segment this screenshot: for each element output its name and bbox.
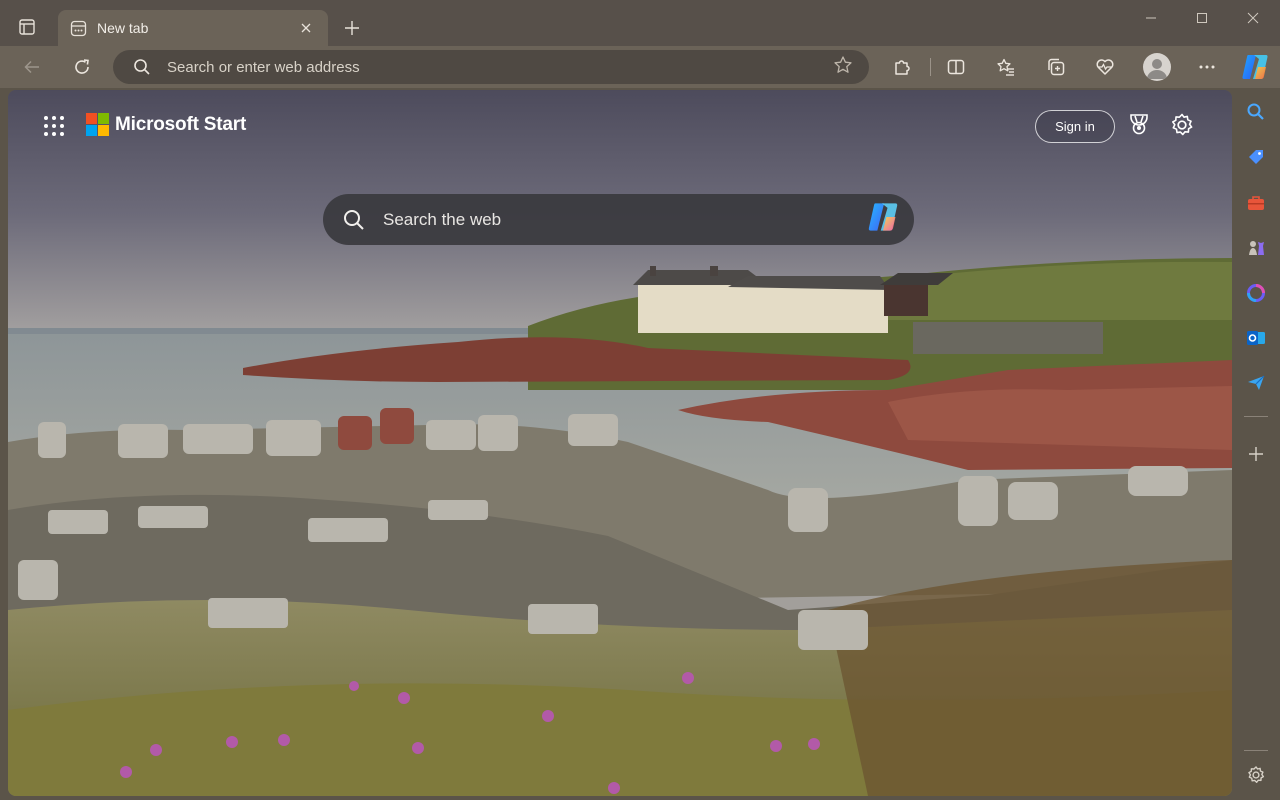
- gear-icon: [1248, 766, 1265, 783]
- trophy-icon: [1130, 114, 1148, 135]
- favorites-list-icon: [997, 58, 1014, 76]
- microsoft-logo[interactable]: [86, 113, 109, 136]
- new-tab-button[interactable]: [338, 14, 366, 42]
- sidebar-separator: [1244, 416, 1268, 417]
- browser-toolbar: Search or enter web address: [0, 46, 1280, 88]
- edge-sidebar: [1232, 46, 1280, 800]
- star-icon: [834, 55, 852, 73]
- outlook-icon: [1247, 331, 1265, 345]
- sidebar-games-button[interactable]: [1242, 234, 1270, 262]
- app-grid-icon: [44, 116, 64, 136]
- maximize-button[interactable]: [1179, 6, 1225, 30]
- browser-essentials-button[interactable]: [1089, 51, 1121, 83]
- sidebar-send-button[interactable]: [1242, 369, 1270, 397]
- microsoft-logo-icon: [86, 113, 109, 136]
- plus-icon: [1249, 447, 1263, 461]
- apps-launcher-button[interactable]: [42, 114, 66, 138]
- profile-button[interactable]: [1143, 53, 1171, 81]
- sign-in-button[interactable]: Sign in: [1035, 110, 1115, 143]
- microsoft-365-icon: [1247, 284, 1265, 302]
- tab-close-button[interactable]: [294, 16, 318, 40]
- address-input[interactable]: Search or enter web address: [167, 59, 833, 76]
- collections-icon: [1048, 58, 1065, 76]
- tab-actions-icon: [19, 19, 35, 35]
- split-screen-icon: [947, 59, 965, 75]
- maximize-icon: [1197, 13, 1207, 23]
- back-button[interactable]: [16, 51, 48, 83]
- refresh-icon: [75, 59, 89, 74]
- split-screen-button[interactable]: [940, 51, 972, 83]
- close-window-button[interactable]: [1230, 6, 1276, 30]
- address-bar[interactable]: Search or enter web address: [113, 50, 869, 84]
- title-bar: New tab: [0, 0, 1280, 46]
- close-window-icon: [1247, 12, 1259, 24]
- sidebar-add-button[interactable]: [1242, 440, 1270, 468]
- web-search-box[interactable]: Search the web: [323, 194, 914, 245]
- new-tab-page-icon: [70, 20, 87, 36]
- rewards-button[interactable]: [1125, 112, 1153, 140]
- sidebar-settings-button[interactable]: [1242, 761, 1270, 789]
- tab-new-tab[interactable]: New tab: [58, 10, 328, 46]
- sidebar-m365-button[interactable]: [1242, 279, 1270, 307]
- search-icon: [134, 59, 150, 75]
- minimize-icon: [1146, 17, 1156, 19]
- sidebar-separator: [1244, 750, 1268, 751]
- arrow-left-icon: [24, 60, 39, 74]
- toolbar-separator: [930, 58, 931, 76]
- heart-pulse-icon: [1096, 59, 1114, 75]
- new-tab-page: Microsoft Start Sign in Search the web: [8, 90, 1232, 796]
- microsoft-start-brand[interactable]: Microsoft Start: [115, 114, 246, 136]
- close-icon: [301, 23, 311, 33]
- more-icon: [1199, 65, 1215, 69]
- sidebar-search-button[interactable]: [1242, 98, 1270, 126]
- copilot-icon: [868, 203, 898, 231]
- tab-actions-button[interactable]: [10, 12, 44, 42]
- paper-plane-icon: [1248, 375, 1265, 390]
- profile-icon: [1147, 59, 1167, 79]
- sidebar-outlook-button[interactable]: [1242, 324, 1270, 352]
- toolbox-icon: [1248, 196, 1264, 210]
- sidebar-tools-button[interactable]: [1242, 189, 1270, 217]
- more-button[interactable]: [1191, 51, 1223, 83]
- plus-icon: [345, 21, 359, 35]
- favorite-button[interactable]: [833, 55, 853, 80]
- chess-icon: [1249, 241, 1264, 255]
- sidebar-shopping-button[interactable]: [1242, 143, 1270, 171]
- puzzle-icon: [895, 60, 910, 75]
- extensions-button[interactable]: [886, 51, 918, 83]
- favorites-button[interactable]: [990, 51, 1022, 83]
- search-icon: [1247, 103, 1264, 120]
- shopping-tag-icon: [1249, 150, 1263, 164]
- search-icon: [344, 209, 364, 230]
- minimize-button[interactable]: [1128, 6, 1174, 30]
- collections-button[interactable]: [1040, 51, 1072, 83]
- copilot-search-button[interactable]: [866, 200, 900, 239]
- refresh-button[interactable]: [66, 51, 98, 83]
- tab-title: New tab: [97, 20, 149, 36]
- web-search-input[interactable]: Search the web: [383, 210, 866, 230]
- page-settings-button[interactable]: [1169, 112, 1197, 140]
- gear-icon: [1172, 113, 1193, 136]
